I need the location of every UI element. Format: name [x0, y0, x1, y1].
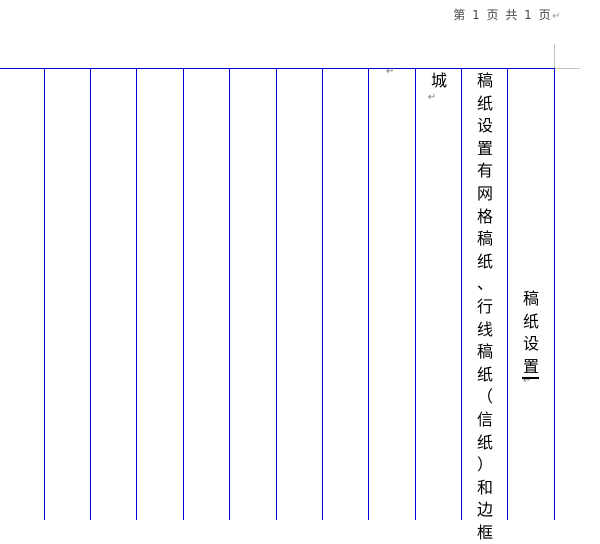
grid-line — [229, 68, 230, 520]
column-char: ） — [476, 455, 493, 475]
column-char: 设 — [476, 116, 493, 136]
column-char: 稿 — [476, 342, 493, 362]
grid-line — [276, 68, 277, 520]
column-char: 行 — [476, 296, 493, 316]
column-char: 稿 — [476, 229, 493, 249]
column-char: 框 — [476, 522, 493, 542]
column-char: 格 — [476, 206, 493, 226]
column-char: （ — [476, 387, 493, 407]
column-char: 纸 — [476, 251, 493, 271]
column-char: 纸 — [522, 311, 539, 331]
page-header: 第 1 页 共 1 页↵ — [453, 6, 562, 23]
column-char: 信 — [476, 409, 493, 429]
column-char: 稿 — [476, 71, 493, 90]
page-corner-marker-horizontal — [555, 68, 580, 69]
paragraph-mark-icon: ↵ — [386, 66, 395, 77]
column-char: 、 — [476, 274, 493, 294]
text-column-1[interactable]: 城 ↵ — [416, 70, 462, 103]
grid-line — [136, 68, 137, 520]
text-column-2[interactable]: 稿纸设置有网格稿纸、行线稿纸（信纸）和边框 — [462, 70, 508, 544]
document-page: 第 1 页 共 1 页↵ ↵ 城 ↵ 稿纸设置有网格稿纸、行线稿纸（信纸）和边框… — [0, 0, 600, 542]
column-char: 和 — [476, 477, 493, 497]
page-corner-marker-vertical — [554, 44, 555, 68]
grid-top-border — [0, 68, 555, 69]
column-char: 有 — [476, 161, 493, 181]
column-char: 纸 — [476, 432, 493, 452]
grid-line — [44, 68, 45, 520]
paragraph-mark-icon: ↵ — [427, 91, 437, 103]
text-cursor-underline — [522, 377, 539, 379]
grid-line — [322, 68, 323, 520]
grid-line — [368, 68, 369, 520]
column-char: 城 — [430, 71, 447, 90]
column-char: 线 — [476, 319, 493, 339]
page-number-text: 第 1 页 共 1 页 — [453, 8, 553, 22]
column-char: 稿 — [522, 289, 539, 308]
grid-line — [415, 68, 416, 520]
column-char: 纸 — [476, 93, 493, 113]
grid-line — [90, 68, 91, 520]
grid-line — [183, 68, 184, 520]
paragraph-mark-icon: ↵ — [552, 11, 562, 22]
grid-line — [554, 68, 555, 520]
text-column-3[interactable]: 稿纸设置 — [508, 288, 554, 378]
column-char: 设 — [522, 334, 539, 354]
column-char: 边 — [476, 500, 493, 520]
column-char: 纸 — [476, 364, 493, 384]
column-char: 置 — [476, 138, 493, 158]
column-char: 网 — [476, 183, 493, 203]
